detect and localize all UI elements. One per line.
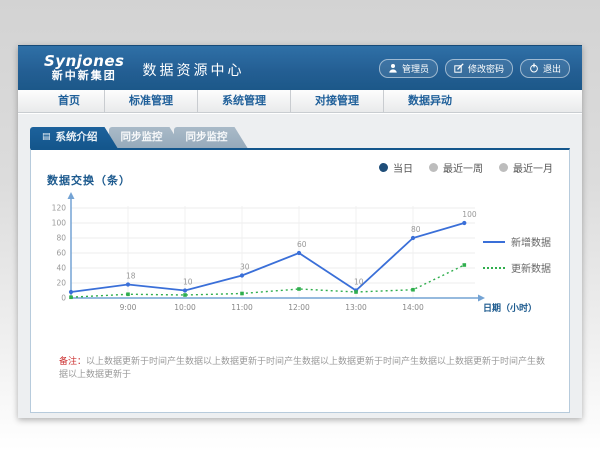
nav-item-数据异动[interactable]: 数据异动 — [383, 90, 476, 112]
series-line-新增数据 — [71, 223, 464, 292]
legend-label: 更新数据 — [511, 260, 551, 275]
series-line-更新数据 — [71, 265, 464, 297]
logout-button[interactable]: 退出 — [520, 59, 570, 78]
admin-user-button[interactable]: 管理员 — [379, 59, 438, 78]
logo-cn-text: 新中新集团 — [44, 70, 125, 82]
y-tick-label: 80 — [56, 234, 66, 243]
data-point-marker — [126, 292, 130, 296]
data-point-marker — [69, 295, 73, 299]
y-tick-label: 100 — [52, 219, 67, 228]
edit-icon — [454, 63, 464, 73]
user-area: 管理员 修改密码 退出 — [379, 46, 570, 90]
pill-label: 管理员 — [402, 62, 429, 75]
power-icon — [529, 63, 539, 73]
chart-panel: 当日最近一周最近一月 数据交换（条） 0204060801001209:0010… — [30, 148, 570, 413]
legend-line-sample — [483, 267, 505, 269]
footnote-text: 以上数据更新于时间产生数据以上数据更新于时间产生数据以上数据更新于时间产生数据以… — [59, 357, 545, 380]
data-point-marker — [126, 282, 130, 286]
data-point-label: 60 — [297, 240, 307, 249]
data-point-marker — [183, 293, 187, 297]
x-tick-label: 11:00 — [231, 303, 253, 312]
data-point-label: 30 — [240, 263, 250, 272]
data-point-marker — [411, 236, 415, 240]
legend-item-新增数据: 新增数据 — [483, 234, 551, 249]
radio-当日[interactable]: 当日 — [379, 160, 413, 175]
chart-container: 0 20 40 60 80 100 120 9:00 10:00 11:00 12:00 13:00 1… — [39, 186, 539, 330]
data-point-marker — [411, 288, 415, 292]
main-nav: 首页标准管理系统管理对接管理数据异动 — [18, 90, 582, 113]
nav-item-标准管理[interactable]: 标准管理 — [104, 90, 197, 112]
data-point-marker — [240, 273, 244, 277]
radio-label: 当日 — [393, 160, 413, 175]
x-tick-label: 13:00 — [345, 303, 367, 312]
legend-line-sample — [483, 241, 505, 243]
radio-label: 最近一周 — [443, 160, 483, 175]
tab-同步监控-2[interactable]: 同步监控 — [174, 127, 248, 148]
tab-label: 同步监控 — [186, 127, 228, 148]
app-header: Synjones 新中新集团 数据资源中心 管理员 修改密码 退出 — [18, 45, 582, 90]
footnote: 备注：以上数据更新于时间产生数据以上数据更新于时间产生数据以上数据更新于时间产生… — [59, 356, 549, 381]
y-tick-label: 40 — [56, 264, 66, 273]
tab-同步监控-1[interactable]: 同步监控 — [109, 127, 183, 148]
x-axis-arrow-icon — [478, 295, 485, 302]
data-point-marker — [297, 251, 301, 255]
data-point-marker — [69, 290, 73, 294]
y-tick-label: 20 — [56, 279, 66, 288]
legend-label: 新增数据 — [511, 234, 551, 249]
data-point-marker — [183, 288, 187, 292]
data-point-marker — [463, 263, 467, 267]
radio-最近一月[interactable]: 最近一月 — [499, 160, 553, 175]
y-tick-label: 60 — [56, 249, 66, 258]
radio-dot-icon — [379, 163, 388, 172]
data-point-marker — [462, 221, 466, 225]
x-axis-title: 日期（小时） — [483, 302, 537, 314]
y-tick-label: 0 — [61, 294, 66, 303]
data-point-marker — [297, 287, 301, 291]
y-tick-label: 120 — [52, 204, 67, 213]
x-tick-label: 9:00 — [120, 303, 137, 312]
tab-label: 同步监控 — [121, 127, 163, 148]
data-point-label: 80 — [411, 225, 421, 234]
nav-item-对接管理[interactable]: 对接管理 — [290, 90, 383, 112]
chart-legend: 新增数据更新数据 — [483, 234, 551, 275]
tab-label: 系统介绍 — [56, 127, 98, 148]
data-point-marker — [240, 292, 244, 296]
logo-text: Synjones — [44, 54, 125, 70]
document-icon: ▤ — [42, 133, 51, 142]
change-password-button[interactable]: 修改密码 — [445, 59, 513, 78]
exchange-line-chart: 0 20 40 60 80 100 120 9:00 10:00 11:00 12:00 13:00 1… — [39, 186, 539, 326]
data-point-marker — [354, 290, 358, 294]
radio-dot-icon — [499, 163, 508, 172]
pill-label: 退出 — [543, 62, 561, 75]
radio-label: 最近一月 — [513, 160, 553, 175]
app-window: Synjones 新中新集团 数据资源中心 管理员 修改密码 退出 首页标准管理系统… — [18, 45, 582, 418]
tab-系统介绍-0[interactable]: ▤ 系统介绍 — [30, 127, 118, 148]
footnote-prefix: 备注： — [59, 357, 86, 367]
data-point-label: 10 — [183, 278, 193, 287]
time-range-filter: 当日 最近一周 最近一月 — [379, 160, 553, 175]
x-tick-label: 12:00 — [288, 303, 310, 312]
data-point-label: 100 — [462, 210, 477, 219]
brand-logo: Synjones 新中新集团 — [44, 54, 125, 81]
pill-label: 修改密码 — [468, 62, 504, 75]
nav-item-首页[interactable]: 首页 — [34, 90, 104, 112]
tab-bar: ▤ 系统介绍 同步监控 同步监控 — [30, 127, 570, 148]
user-icon — [388, 63, 398, 73]
nav-item-系统管理[interactable]: 系统管理 — [197, 90, 290, 112]
content-area: ▤系统介绍同步监控同步监控 当日最近一周最近一月 数据交换（条） 0204060… — [18, 114, 582, 418]
data-point-label: 10 — [354, 278, 364, 287]
x-tick-label: 14:00 — [402, 303, 424, 312]
page-title: 数据资源中心 — [143, 56, 245, 80]
radio-dot-icon — [429, 163, 438, 172]
y-axis-arrow-icon — [68, 192, 75, 199]
data-point-label: 18 — [126, 272, 136, 281]
legend-item-更新数据: 更新数据 — [483, 260, 551, 275]
radio-最近一周[interactable]: 最近一周 — [429, 160, 483, 175]
x-tick-label: 10:00 — [174, 303, 196, 312]
